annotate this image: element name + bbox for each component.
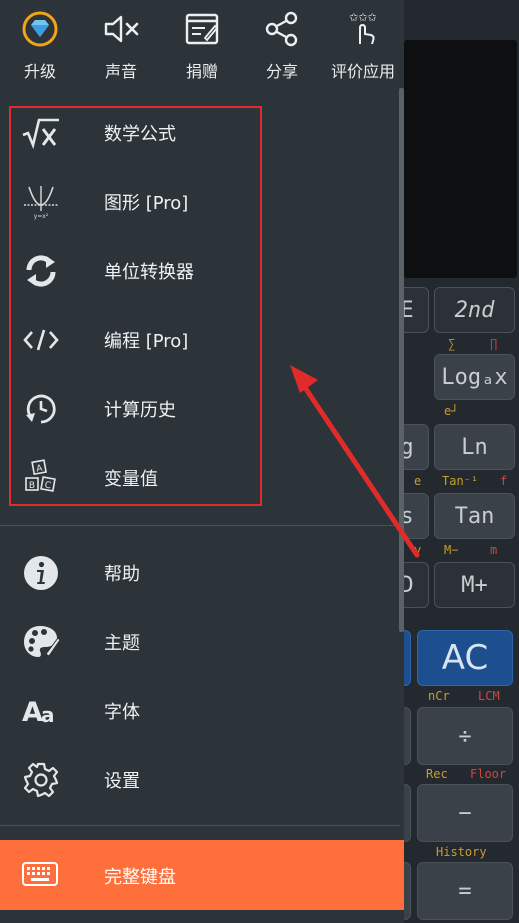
annotation-arrow [290,365,420,558]
